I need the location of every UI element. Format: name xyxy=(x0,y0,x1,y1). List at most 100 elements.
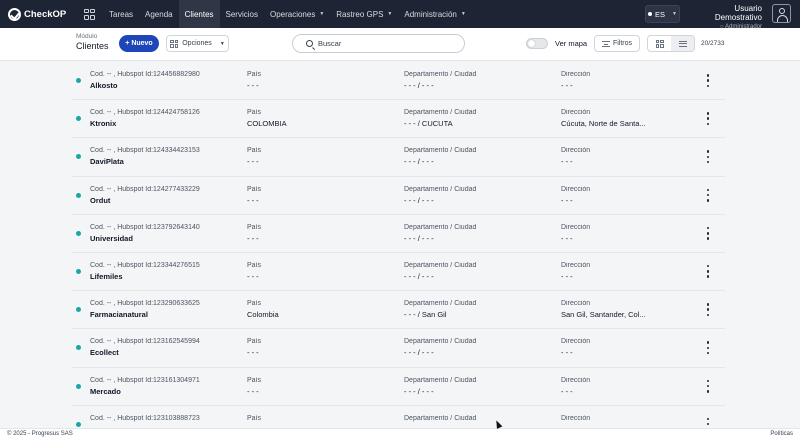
row-menu-kebab-icon[interactable] xyxy=(705,303,711,317)
list-view-button[interactable] xyxy=(671,36,694,51)
client-cell: Cod. -- , Hubspot Id:124334423153 DaviPl… xyxy=(90,147,240,166)
client-code: Cod. -- , Hubspot Id:124456882980 xyxy=(90,71,200,78)
footer: © 2025 - Progresus SAS Políticas xyxy=(0,428,800,439)
country-value: - - - xyxy=(247,348,259,358)
row-menu-kebab-icon[interactable] xyxy=(705,341,711,355)
client-name[interactable]: Ecollect xyxy=(90,348,240,357)
country-value: - - - xyxy=(247,386,259,396)
table-row[interactable]: Cod. -- , Hubspot Id:123344276515 Lifemi… xyxy=(72,252,725,292)
client-name[interactable]: Farmacianatural xyxy=(90,310,240,319)
nav-item-servicios[interactable]: Servicios xyxy=(220,0,264,28)
country-label: País xyxy=(247,147,262,155)
status-dot-icon xyxy=(76,307,81,313)
address-label: Dirección xyxy=(561,71,591,78)
policies-link[interactable]: Políticas xyxy=(770,431,793,437)
nav-menu: Tareas Agenda Clientes Servicios Operaciones… xyxy=(103,0,472,28)
country-value: - - - xyxy=(247,195,259,205)
table-row[interactable]: Cod. -- , Hubspot Id:123792643140 Univer… xyxy=(72,214,725,253)
nav-item-operaciones[interactable]: Operaciones ▼ xyxy=(264,0,330,28)
language-selector[interactable]: ES ▼ xyxy=(645,5,680,23)
client-cell: Cod. -- , Hubspot Id:123290633625 Farmac… xyxy=(90,300,240,319)
address-cell: Dirección - - - xyxy=(561,262,661,281)
nav-item-agenda[interactable]: Agenda xyxy=(139,0,179,28)
user-avatar-icon[interactable] xyxy=(772,4,791,23)
city-label: Departamento / Ciudad xyxy=(404,185,477,193)
country-cell: País - - - xyxy=(247,186,397,205)
country-cell: País COLOMBIA xyxy=(247,109,397,128)
client-name[interactable]: Universidad xyxy=(90,234,240,243)
city-cell: Departamento / Ciudad - - - / - - - xyxy=(404,224,554,243)
status-dot-icon xyxy=(76,192,81,198)
search-input[interactable] xyxy=(318,39,448,48)
grid-view-button[interactable] xyxy=(648,36,671,51)
city-cell: Departamento / Ciudad - - - / - - - xyxy=(404,338,554,357)
nav-item-label: Clientes xyxy=(184,9,214,19)
nav-item-tareas[interactable]: Tareas xyxy=(103,0,139,28)
city-cell: Departamento / Ciudad - - - / - - - xyxy=(404,186,554,205)
options-label: Opciones xyxy=(182,40,212,47)
nav-item-label: Agenda xyxy=(145,9,173,19)
address-value: Cúcuta, Norte de Santa... xyxy=(561,119,646,129)
client-cell: Cod. -- , Hubspot Id:124277433229 Ordut xyxy=(90,186,240,205)
table-row[interactable]: Cod. -- , Hubspot Id:124334423153 DaviPl… xyxy=(72,138,725,177)
client-code: Cod. -- , Hubspot Id:124334423153 xyxy=(90,147,200,155)
search-box[interactable] xyxy=(292,34,465,53)
city-value: - - - / San Gil xyxy=(404,310,447,320)
table-row[interactable]: Cod. -- , Hubspot Id:123161304971 Mercad… xyxy=(72,367,725,406)
table-row[interactable]: Cod. -- , Hubspot Id:123162545994 Ecolle… xyxy=(72,329,725,368)
row-menu-kebab-icon[interactable] xyxy=(705,264,711,278)
row-menu-kebab-icon[interactable] xyxy=(705,188,711,202)
language-dot-icon xyxy=(648,12,653,16)
table-row[interactable]: Cod. -- , Hubspot Id:123290633625 Farmac… xyxy=(72,291,725,330)
client-list: Cod. -- , Hubspot Id:124456882980 Alkost… xyxy=(72,62,725,439)
city-cell: Departamento / Ciudad - - - / - - - xyxy=(404,147,554,166)
country-cell: País Colombia xyxy=(247,300,397,319)
city-cell: Departamento / Ciudad xyxy=(404,415,554,422)
client-cell: Cod. -- , Hubspot Id:123344276515 Lifemi… xyxy=(90,262,240,281)
client-code: Cod. -- , Hubspot Id:124277433229 xyxy=(90,185,200,193)
nav-item-rastreo-gps[interactable]: Rastreo GPS ▼ xyxy=(330,0,398,28)
client-cell: Cod. -- , Hubspot Id:123792643140 Univer… xyxy=(90,224,240,243)
nav-item-administraci-n[interactable]: Administración ▼ xyxy=(398,0,471,28)
new-client-button[interactable]: + Nuevo xyxy=(119,35,159,52)
table-row[interactable]: Cod. -- , Hubspot Id:124277433229 Ordut … xyxy=(72,176,725,215)
client-name[interactable]: Alkosto xyxy=(90,81,240,90)
status-dot-icon xyxy=(76,421,81,427)
table-row[interactable]: Cod. -- , Hubspot Id:124456882980 Alkost… xyxy=(72,62,725,101)
client-name[interactable]: DaviPlata xyxy=(90,157,240,166)
row-menu-kebab-icon[interactable] xyxy=(705,74,711,87)
row-menu-kebab-icon[interactable] xyxy=(705,379,711,393)
row-menu-kebab-icon[interactable] xyxy=(705,112,711,126)
table-row[interactable]: Cod. -- , Hubspot Id:124424758126 Ktroni… xyxy=(72,100,725,139)
address-value: - - - xyxy=(561,195,573,205)
address-label: Dirección xyxy=(561,185,591,193)
chevron-down-icon: ▼ xyxy=(319,11,325,17)
brand-name: CheckOP xyxy=(24,8,67,20)
country-cell: País - - - xyxy=(247,71,397,90)
city-label: Departamento / Ciudad xyxy=(404,300,477,308)
nav-item-label: Operaciones xyxy=(269,9,316,19)
brand-logo[interactable]: CheckOP xyxy=(8,7,74,21)
country-cell: País - - - xyxy=(247,262,397,281)
city-label: Departamento / Ciudad xyxy=(404,414,477,422)
filters-button[interactable]: Filtros xyxy=(594,35,640,52)
status-dot-icon xyxy=(76,268,81,274)
address-cell: Dirección Cúcuta, Norte de Santa... xyxy=(561,109,661,128)
client-name[interactable]: Ktronix xyxy=(90,119,240,128)
address-cell: Dirección - - - xyxy=(561,186,661,205)
options-dropdown[interactable]: Opciones ▼ xyxy=(166,35,229,52)
check-logo-icon xyxy=(8,7,21,21)
nav-item-clientes[interactable]: Clientes xyxy=(178,0,220,28)
user-info[interactable]: Usuario Demostrativo ○ Administrador xyxy=(690,4,762,30)
apps-grid-icon[interactable] xyxy=(84,8,95,20)
row-menu-kebab-icon[interactable] xyxy=(705,226,711,240)
client-name[interactable]: Ordut xyxy=(90,196,240,205)
client-code: Cod. -- , Hubspot Id:123290633625 xyxy=(90,300,200,308)
map-toggle[interactable] xyxy=(526,38,548,49)
client-name[interactable]: Mercado xyxy=(90,387,240,396)
country-label: País xyxy=(247,223,262,231)
city-cell: Departamento / Ciudad - - - / - - - xyxy=(404,377,554,396)
client-name[interactable]: Lifemiles xyxy=(90,272,240,281)
row-menu-kebab-icon[interactable] xyxy=(705,150,711,164)
address-value: - - - xyxy=(561,271,573,281)
